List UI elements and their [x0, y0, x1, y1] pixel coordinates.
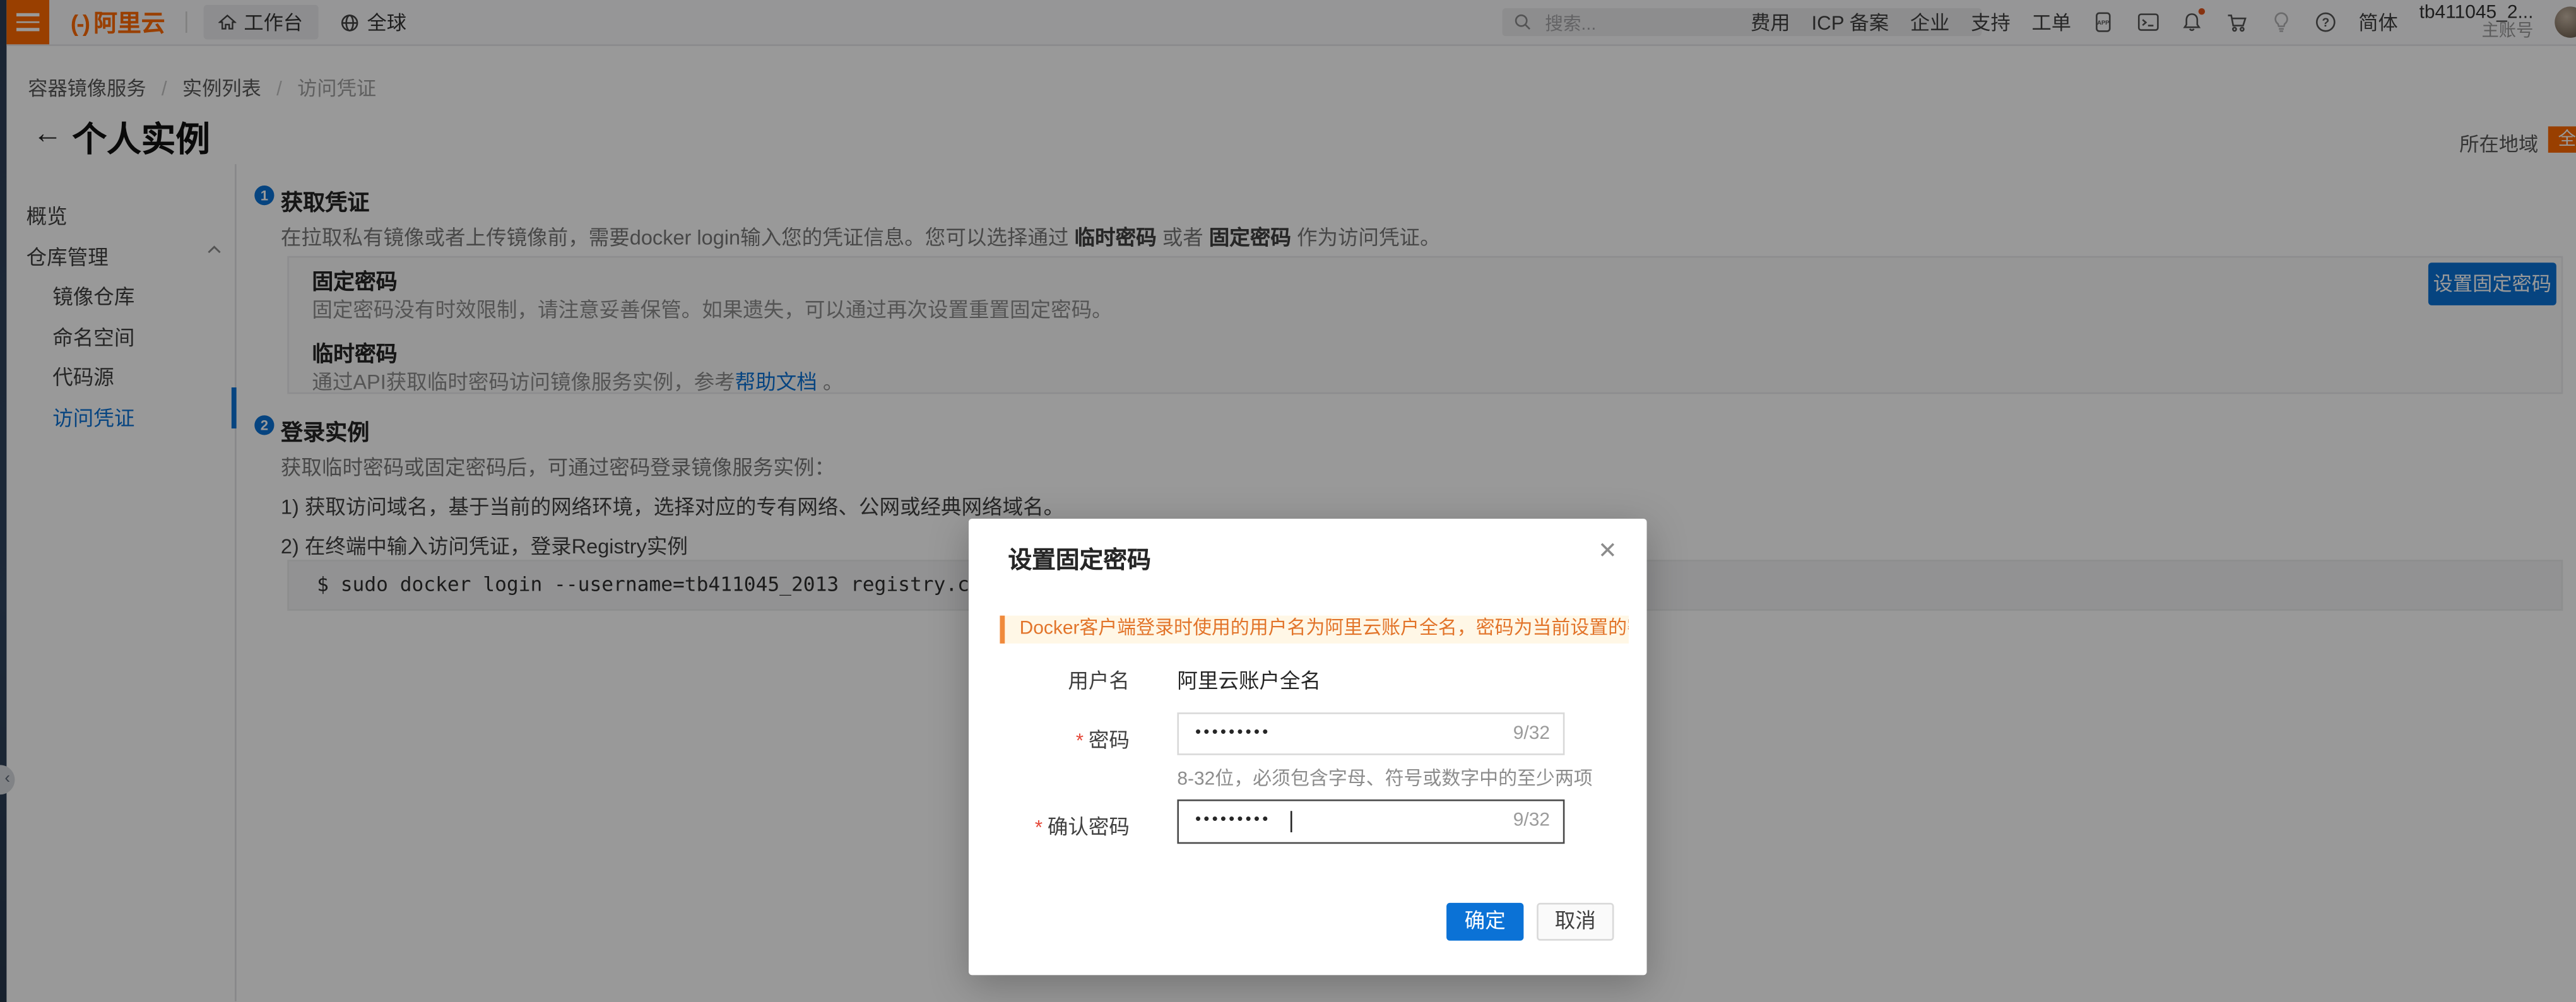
close-icon[interactable]: ✕	[1598, 537, 1617, 565]
set-password-modal: 设置固定密码 ✕ Docker客户端登录时使用的用户名为阿里云账户全名，密码为当…	[969, 519, 1647, 974]
text-cursor	[1291, 811, 1292, 832]
modal-title: 设置固定密码	[1008, 542, 1150, 577]
confirm-button[interactable]: 确定	[1446, 903, 1523, 941]
username-label: 用户名	[969, 663, 1130, 694]
confirm-password-label: *确认密码	[969, 810, 1130, 840]
password-input[interactable]: ••••••••• 9/32	[1177, 712, 1564, 755]
confirm-password-input[interactable]: ••••••••• 9/32	[1177, 799, 1564, 844]
password-masked-value: •••••••••	[1195, 714, 1270, 753]
modal-warning-banner: Docker客户端登录时使用的用户名为阿里云账户全名，密码为当前设置的密码	[1000, 616, 1628, 644]
confirm-password-masked-value: •••••••••	[1195, 801, 1270, 840]
password-counter: 9/32	[1513, 714, 1550, 755]
cancel-button[interactable]: 取消	[1537, 903, 1614, 941]
password-label: *密码	[969, 722, 1130, 753]
username-value: 阿里云账户全名	[1177, 663, 1321, 694]
confirm-password-counter: 9/32	[1513, 801, 1550, 842]
password-hint: 8-32位，必须包含字母、符号或数字中的至少两项	[1177, 765, 1592, 791]
app-canvas: (-) 阿里云 工作台 全球 费用 ICP 备案 企业 支持 工单 A	[0, 0, 2576, 1002]
